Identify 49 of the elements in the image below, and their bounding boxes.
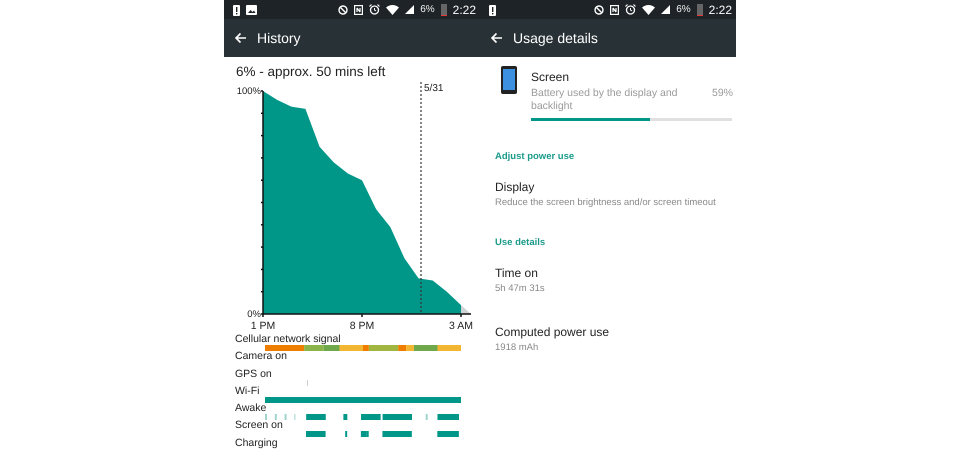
battery-icon <box>696 4 703 16</box>
nfc-icon <box>354 4 364 14</box>
timeline-label: Charging <box>235 438 279 449</box>
back-arrow-icon <box>490 32 503 44</box>
rotation-lock-icon <box>338 4 348 14</box>
nfc-icon <box>610 4 620 14</box>
item-subtitle: 5h 47m 31s <box>495 283 546 294</box>
x-tick-label: 3 AM <box>449 320 473 332</box>
rotation-lock-icon <box>594 4 604 14</box>
battery-summary: 6% - approx. 50 mins left <box>236 64 386 79</box>
timeline-label: Cellular network signal <box>235 334 342 345</box>
battery-percent: 6% <box>676 4 691 15</box>
forecast-wedge <box>461 305 471 314</box>
clock: 2:22 <box>708 2 732 16</box>
timeline-label: Awake <box>235 403 268 414</box>
x-tick-label: 8 PM <box>350 320 374 332</box>
signal-icon <box>405 5 414 14</box>
timeline-label: Wi-Fi <box>235 386 260 397</box>
y-tick-label: 0% <box>247 309 261 320</box>
timeline-label: Screen on <box>235 420 284 432</box>
date-label: 5/31 <box>424 83 444 94</box>
screen-title: Usage details <box>513 30 598 46</box>
signal-icon <box>661 5 670 14</box>
alarm-icon <box>369 4 380 15</box>
phone-icon <box>501 66 517 94</box>
item-subtitle: Reduce the screen brightness and/or screen timeout <box>495 197 717 208</box>
usage-percent: 59% <box>712 87 733 101</box>
section-heading: Use details <box>495 237 546 248</box>
alarm-icon <box>625 4 636 15</box>
screen-title: History <box>257 30 301 46</box>
wifi-icon <box>642 4 656 14</box>
item-title: Time on <box>495 266 539 280</box>
x-tick-label: 1 PM <box>250 320 276 332</box>
item-subtitle: 1918 mAh <box>495 342 540 353</box>
back-button[interactable] <box>234 32 247 44</box>
section-heading: Adjust power use <box>495 151 576 162</box>
battery-percent: 6% <box>420 4 435 15</box>
item-title: Display <box>495 180 536 194</box>
item-title: Computed power use <box>495 325 610 339</box>
back-button[interactable] <box>490 32 503 44</box>
timeline-label: GPS on <box>235 368 273 380</box>
clock: 2:22 <box>452 2 476 16</box>
app-name: Screen <box>531 70 570 84</box>
app-description: Battery used by the display and backlight <box>531 87 679 113</box>
back-arrow-icon <box>234 32 247 44</box>
wifi-icon <box>386 4 400 14</box>
y-tick-label: 100% <box>236 86 261 97</box>
timeline-label: Camera on <box>235 351 288 362</box>
battery-icon <box>440 4 447 16</box>
